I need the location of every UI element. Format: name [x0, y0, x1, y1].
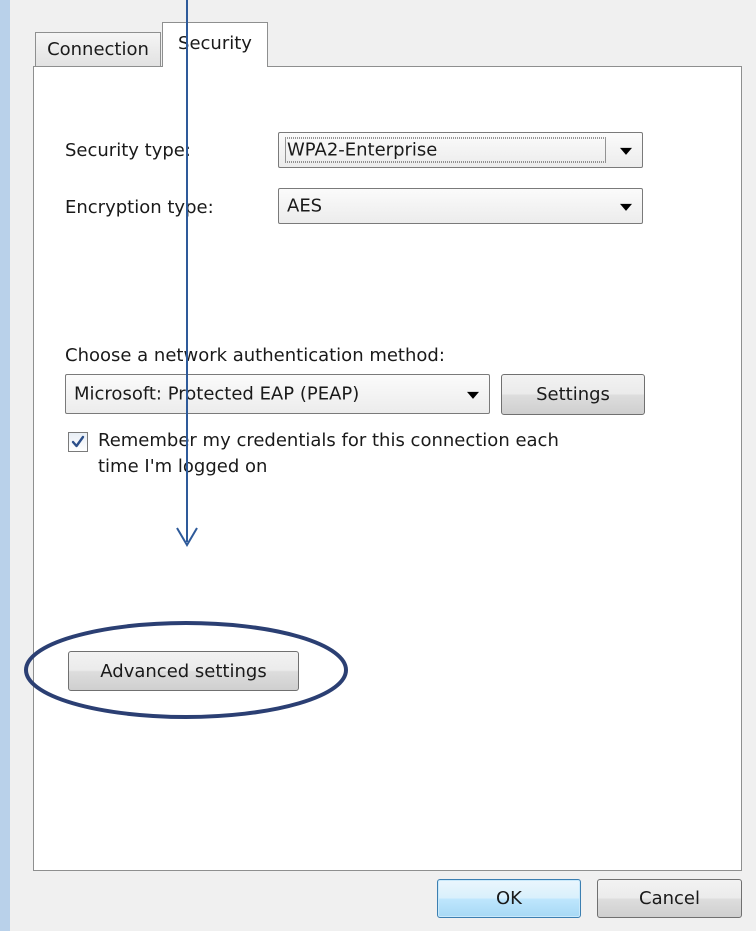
advanced-settings-button[interactable]: Advanced settings	[68, 651, 299, 691]
remember-credentials-label-line2: time I'm logged on	[98, 456, 268, 477]
ok-button[interactable]: OK	[437, 879, 581, 918]
chevron-down-icon	[620, 203, 632, 211]
encryption-type-label: Encryption type:	[65, 197, 214, 218]
security-type-value: WPA2-Enterprise	[285, 137, 606, 163]
remember-credentials-checkbox[interactable]	[68, 432, 88, 452]
window-edge	[0, 0, 10, 931]
remember-credentials-label-line1: Remember my credentials for this connect…	[98, 430, 559, 451]
auth-method-value: Microsoft: Protected EAP (PEAP)	[74, 383, 360, 405]
cancel-button[interactable]: Cancel	[597, 879, 742, 918]
settings-button[interactable]: Settings	[501, 374, 645, 415]
checkmark-icon	[71, 435, 85, 448]
encryption-type-value: AES	[287, 195, 323, 217]
auth-method-label: Choose a network authentication method:	[65, 345, 445, 366]
tab-security[interactable]: Security	[162, 22, 268, 67]
security-type-label: Security type:	[65, 140, 191, 161]
chevron-down-icon	[467, 391, 479, 399]
tab-connection[interactable]: Connection	[35, 32, 161, 66]
auth-method-dropdown[interactable]: Microsoft: Protected EAP (PEAP)	[65, 374, 490, 414]
encryption-type-dropdown[interactable]: AES	[278, 188, 643, 224]
security-type-dropdown[interactable]: WPA2-Enterprise	[278, 132, 643, 168]
chevron-down-icon	[620, 147, 632, 155]
